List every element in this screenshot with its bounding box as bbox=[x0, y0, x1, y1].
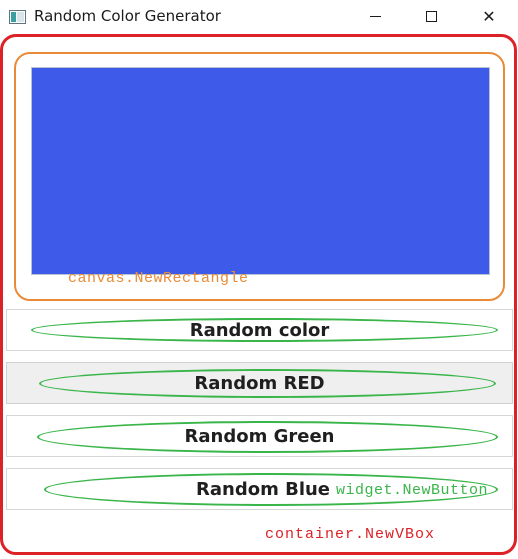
widget-annotation-label: widget.NewButton bbox=[336, 482, 489, 499]
color-rectangle bbox=[31, 67, 490, 275]
random-color-button-label: Random color bbox=[189, 319, 330, 341]
maximize-button[interactable] bbox=[408, 0, 454, 33]
canvas-annotation-label: canvas.NewRectangle bbox=[68, 270, 249, 287]
window-title: Random Color Generator bbox=[34, 7, 221, 25]
random-red-button-label: Random RED bbox=[194, 372, 325, 394]
close-icon: ✕ bbox=[482, 7, 496, 26]
random-red-button[interactable]: Random RED bbox=[6, 362, 513, 404]
random-green-button-label: Random Green bbox=[184, 425, 335, 447]
minimize-icon bbox=[369, 16, 381, 17]
close-button[interactable]: ✕ bbox=[466, 0, 512, 33]
app-icon bbox=[9, 10, 26, 24]
random-color-button[interactable]: Random color bbox=[6, 309, 513, 351]
title-bar: Random Color Generator ✕ bbox=[0, 0, 518, 33]
container-annotation-label: container.NewVBox bbox=[265, 526, 436, 543]
random-blue-button-label: Random Blue bbox=[196, 479, 331, 500]
random-green-button[interactable]: Random Green bbox=[6, 415, 513, 457]
maximize-icon bbox=[425, 11, 437, 22]
minimize-button[interactable] bbox=[352, 0, 398, 33]
